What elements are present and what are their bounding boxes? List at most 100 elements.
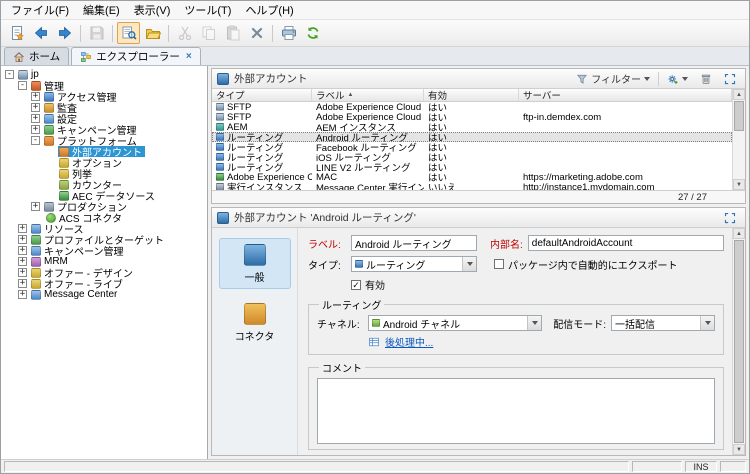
expand-toggle-icon[interactable]: + [18, 290, 27, 299]
cell-type: ルーティング [212, 152, 312, 162]
tab-general[interactable]: 一般 [218, 238, 291, 289]
account-row[interactable]: Adobe Experience Cl... MAC はい https://marke… [212, 172, 732, 182]
auto-export-label: パッケージ内で自動的にエクスポート [508, 260, 678, 272]
internal-name-input[interactable] [527, 235, 724, 251]
configure-list-button[interactable] [663, 71, 692, 87]
tools-menu[interactable]: ツール(T) [177, 1, 238, 19]
tab-connector-label: コネクタ [234, 332, 275, 343]
open-folder-button[interactable] [141, 22, 164, 44]
tree-item-offers-live[interactable]: + オファー - ライブ [1, 278, 207, 291]
collapse-toggle-icon[interactable]: - [5, 70, 14, 79]
scroll-thumb[interactable] [734, 101, 744, 131]
forward-button[interactable] [53, 22, 76, 44]
column-header-col-enabled[interactable]: 有効 [424, 89, 519, 101]
expand-toggle-icon[interactable]: + [18, 257, 27, 266]
tree-item-options[interactable]: オプション [1, 157, 207, 170]
expand-toggle-icon[interactable]: + [31, 125, 40, 134]
expand-toggle-icon[interactable]: + [31, 202, 40, 211]
expand-toggle-icon[interactable]: + [18, 224, 27, 233]
tree-item-label-wrap: Message Center [30, 289, 120, 300]
delivery-mode-selected-value: 一括配信 [615, 319, 655, 331]
collapse-toggle-icon[interactable]: - [18, 81, 27, 90]
delete-button[interactable] [245, 22, 268, 44]
column-header-col-server[interactable]: サーバー [519, 89, 732, 101]
filter-button[interactable]: フィルター [572, 69, 654, 88]
account-row[interactable]: ルーティング iOS ルーティング はい [212, 152, 732, 162]
account-row[interactable]: SFTP Adobe Experience Cloud ... はい ftp-in.d… [212, 112, 732, 122]
tree-item-access-management[interactable]: + アクセス管理 [1, 91, 207, 104]
new-button[interactable] [5, 22, 28, 44]
channel-select[interactable]: Android チャネル [368, 315, 543, 331]
tree-item-campaign-management[interactable]: + キャンペーン管理 [1, 245, 207, 258]
toolbar-separator [168, 24, 169, 42]
toolbar-separator [272, 24, 273, 42]
scroll-track[interactable] [733, 132, 745, 179]
post-processing-link[interactable]: 後処理中... [385, 334, 433, 349]
tree-item-jp-root[interactable]: - jp [1, 69, 207, 80]
expand-toggle-icon[interactable]: + [18, 279, 27, 288]
file-menu[interactable]: ファイル(F) [4, 1, 76, 19]
internal-name-caption: 内部名: [490, 239, 523, 251]
expand-toggle-icon[interactable]: + [31, 103, 40, 112]
scroll-up-arrow[interactable]: ▲ [733, 228, 745, 239]
enabled-checkbox[interactable]: ✓ 有効 [351, 277, 385, 292]
production-icon [44, 201, 54, 212]
view-menu[interactable]: 表示(V) [127, 1, 178, 19]
back-button[interactable] [29, 22, 52, 44]
account-row[interactable]: ルーティング Facebook ルーティング はい [212, 142, 732, 152]
routing-icon [355, 260, 363, 268]
preview-toggle-button[interactable] [117, 22, 140, 44]
scroll-down-arrow[interactable]: ▼ [733, 444, 745, 455]
expand-list-button[interactable] [720, 71, 740, 87]
toolbox-icon [31, 80, 41, 91]
delivery-mode-select[interactable]: 一括配信 [611, 315, 715, 331]
expand-toggle-icon[interactable]: + [18, 268, 27, 277]
scroll-down-arrow[interactable]: ▼ [733, 179, 745, 190]
expand-toggle-icon[interactable]: + [18, 235, 27, 244]
mrm-icon [31, 256, 41, 267]
help-menu[interactable]: ヘルプ(H) [238, 1, 300, 19]
expand-toggle-icon[interactable]: + [18, 246, 27, 255]
account-row[interactable]: 実行インスタンス Message Center 実行インス... いいえ http:/… [212, 182, 732, 190]
label-input[interactable] [351, 235, 477, 251]
collapse-toggle-icon[interactable]: - [31, 136, 40, 145]
column-header-col-type[interactable]: タイプ [212, 89, 312, 101]
tree-item-message-center[interactable]: + Message Center [1, 289, 207, 300]
tree-item-acs-connector[interactable]: ACS コネクタ [1, 212, 207, 225]
type-text: SFTP [227, 102, 252, 112]
sftp-icon [216, 113, 224, 121]
cell-label: iOS ルーティング [316, 153, 391, 162]
account-row[interactable]: ルーティング LINE V2 ルーティング はい [212, 162, 732, 172]
tab-connector[interactable]: コネクタ [219, 297, 291, 348]
tab-close-icon[interactable]: × [186, 51, 192, 62]
account-row[interactable]: ルーティング Android ルーティング はい [212, 132, 732, 142]
tab-home[interactable]: ホーム [4, 47, 70, 65]
account-row[interactable]: AEM AEM インスタンス はい [212, 122, 732, 132]
sftp-icon [216, 103, 224, 111]
routing-group-title: ルーティング [322, 301, 382, 312]
detail-scrollbar[interactable]: ▲ ▼ [732, 228, 745, 455]
external-accounts-list-panel: 外部アカウント フィルター タイプ ラベル ▲ 有効 サーバー SFTP Ado… [211, 68, 746, 204]
expand-icon [724, 73, 736, 85]
expand-toggle-icon[interactable]: + [31, 92, 40, 101]
comment-textarea[interactable] [317, 378, 715, 444]
delete-record-button[interactable] [696, 71, 716, 87]
type-select[interactable]: ルーティング [351, 256, 477, 272]
cell-server: http://instance1.mydomain.com [523, 182, 655, 190]
column-header-col-label[interactable]: ラベル ▲ [312, 89, 424, 101]
scroll-thumb[interactable] [734, 240, 744, 443]
scroll-up-arrow[interactable]: ▲ [733, 89, 745, 100]
print-icon [281, 25, 297, 41]
refresh-button[interactable] [301, 22, 324, 44]
expand-detail-button[interactable] [720, 210, 740, 226]
cell-label: LINE V2 ルーティング [316, 163, 411, 172]
table-scrollbar[interactable]: ▲ ▼ [732, 89, 745, 190]
auto-export-checkbox[interactable]: パッケージ内で自動的にエクスポート [494, 257, 678, 272]
cell-label: Adobe Experience Cloud ... [316, 102, 424, 112]
column-label: タイプ [216, 91, 245, 101]
account-row[interactable]: SFTP Adobe Experience Cloud ... はい [212, 102, 732, 112]
tab-explorer[interactable]: エクスプローラー × [71, 47, 201, 65]
expand-toggle-icon[interactable]: + [31, 114, 40, 123]
print-button[interactable] [277, 22, 300, 44]
edit-menu[interactable]: 編集(E) [76, 1, 127, 19]
